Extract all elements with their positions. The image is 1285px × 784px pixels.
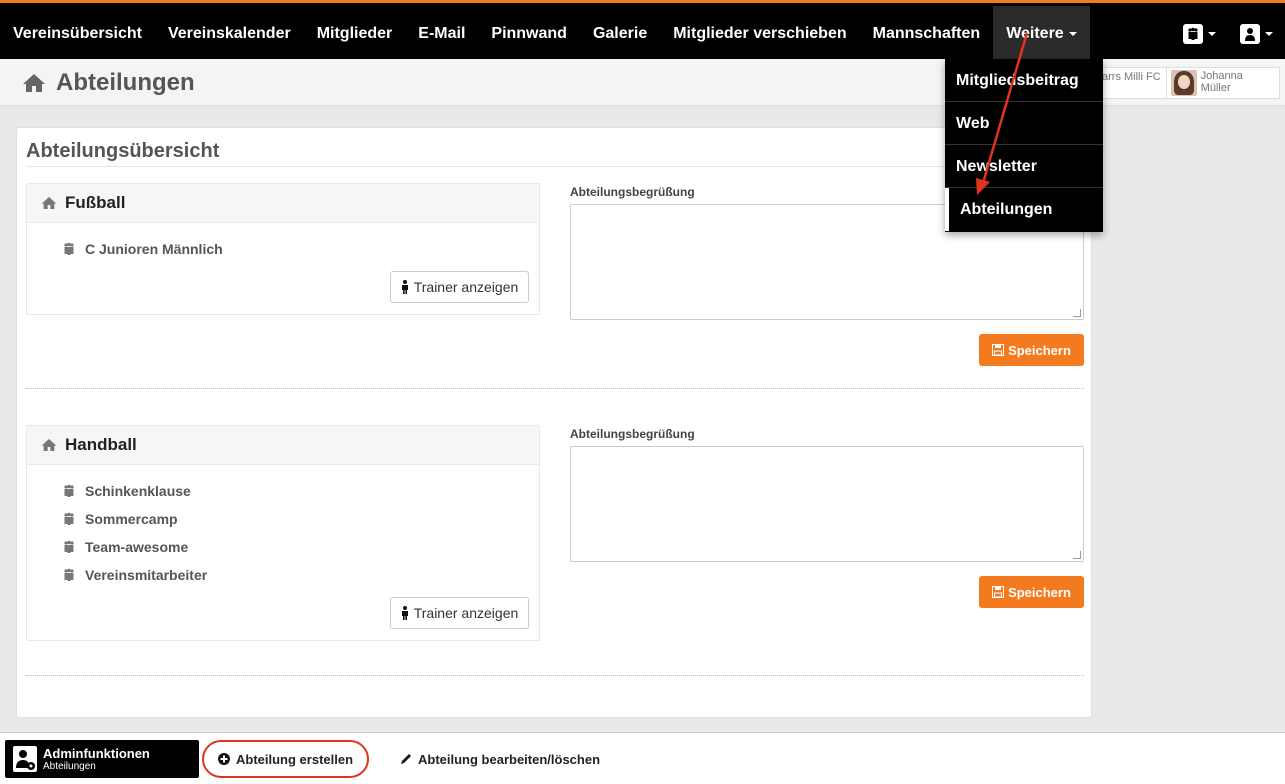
caret-down-icon [1068, 31, 1077, 36]
group-icon [1183, 24, 1203, 44]
admin-functions[interactable]: Adminfunktionen Abteilungen [5, 740, 199, 778]
team-item[interactable]: Sommercamp [61, 511, 178, 527]
admin-label-group: Adminfunktionen Abteilungen [43, 746, 150, 772]
home-icon [41, 439, 57, 451]
nav-item-weitere[interactable]: Weitere [993, 6, 1090, 62]
groups-menu[interactable] [1171, 24, 1228, 44]
home-icon [23, 74, 45, 92]
home-icon [41, 197, 57, 209]
divider [26, 675, 1084, 676]
show-trainer-button[interactable]: Trainer anzeigen [390, 597, 529, 629]
nav-item-pinnwand[interactable]: Pinnwand [478, 6, 580, 62]
nav-item-mitglieder-verschieben[interactable]: Mitglieder verschieben [660, 6, 859, 62]
department-name: Handball [65, 435, 137, 454]
person-icon [401, 606, 408, 620]
team-name: C Junioren Männlich [85, 241, 223, 257]
team-name: Schinkenklause [85, 483, 191, 499]
resize-handle[interactable] [1073, 551, 1081, 559]
group-icon [64, 484, 74, 497]
user-badge[interactable]: Johanna Müller [1166, 67, 1280, 99]
group-icon [64, 242, 74, 255]
club-selector[interactable]: arrs Milli FC [1095, 67, 1168, 99]
caret-down-icon [1208, 32, 1216, 36]
team-name: Team-awesome [85, 539, 189, 555]
panel-title: Abteilungsübersicht [26, 140, 220, 162]
create-department-button[interactable]: Abteilung erstellen [202, 740, 370, 778]
nav-item-weitere-label: Weitere [1006, 25, 1064, 42]
save-button[interactable]: Speichern [979, 334, 1084, 366]
department-name: Fußball [65, 193, 126, 212]
page-title: Abteilungen [22, 69, 195, 97]
user-name: Johanna Müller [1200, 70, 1243, 94]
team-item[interactable]: Vereinsmitarbeiter [61, 567, 207, 583]
more-dropdown-menu: Mitgliedsbeitrag Web Newsletter Abteilun… [945, 59, 1103, 232]
plus-circle-icon [218, 753, 230, 765]
department-header: Fußball [27, 184, 539, 223]
nav-item-mannschaften[interactable]: Mannschaften [860, 6, 994, 62]
departments-panel: Abteilungsübersicht Fußball C Junioren M… [16, 127, 1092, 718]
team-name: Vereinsmitarbeiter [85, 567, 208, 583]
show-trainer-label: Trainer anzeigen [413, 279, 519, 295]
user-menu[interactable] [1228, 24, 1285, 44]
divider [26, 388, 1084, 389]
group-icon [64, 512, 74, 525]
edit-department-button[interactable]: Abteilung bearbeiten/löschen [400, 740, 600, 778]
nav-item-vereinsuebersicht[interactable]: Vereinsübersicht [0, 6, 155, 62]
team-name: Sommercamp [85, 511, 178, 527]
team-item[interactable]: Team-awesome [61, 539, 188, 555]
show-trainer-button[interactable]: Trainer anzeigen [390, 271, 529, 303]
team-item[interactable]: Schinkenklause [61, 483, 191, 499]
user-icon [1240, 24, 1260, 44]
edit-department-label: Abteilung bearbeiten/löschen [418, 751, 601, 767]
department-card-fussball: Fußball C Junioren Männlich Trainer anze… [26, 183, 540, 315]
menu-item-web[interactable]: Web [945, 102, 1103, 145]
admin-gear-icon [13, 746, 37, 772]
nav-right [1171, 6, 1285, 62]
divider [26, 166, 1084, 167]
department-header: Handball [27, 426, 539, 465]
save-label: Speichern [1008, 584, 1071, 600]
menu-item-abteilungen[interactable]: Abteilungen [945, 188, 1103, 231]
main-nav: Vereinsübersicht Vereinskalender Mitglie… [0, 6, 1090, 62]
create-department-label: Abteilung erstellen [236, 751, 354, 767]
team-item[interactable]: C Junioren Männlich [61, 241, 223, 257]
floppy-disk-icon [992, 586, 1005, 598]
show-trainer-label: Trainer anzeigen [413, 605, 519, 621]
caret-down-icon [1265, 32, 1273, 36]
resize-handle[interactable] [1073, 309, 1081, 317]
greeting-label: Abteilungsbegrüßung [570, 185, 695, 199]
nav-item-vereinskalender[interactable]: Vereinskalender [155, 6, 304, 62]
group-icon [64, 568, 74, 581]
admin-subtitle: Abteilungen [43, 761, 96, 772]
nav-item-email[interactable]: E-Mail [405, 6, 478, 62]
group-icon [64, 540, 74, 553]
nav-item-galerie[interactable]: Galerie [580, 6, 660, 62]
admin-title: Adminfunktionen [43, 746, 150, 761]
department-card-handball: Handball Schinkenklause Sommercamp Team-… [26, 425, 540, 641]
greeting-label: Abteilungsbegrüßung [570, 427, 695, 441]
nav-item-mitglieder[interactable]: Mitglieder [304, 6, 406, 62]
admin-toolbar: Adminfunktionen Abteilungen Abteilung er… [0, 732, 1285, 784]
top-navbar: Vereinsübersicht Vereinskalender Mitglie… [0, 0, 1285, 62]
pencil-icon [401, 754, 411, 764]
save-button[interactable]: Speichern [979, 576, 1084, 608]
avatar [1171, 70, 1197, 96]
save-label: Speichern [1008, 342, 1071, 358]
person-icon [401, 280, 408, 294]
greeting-textarea[interactable] [570, 446, 1084, 562]
menu-item-mitgliedsbeitrag[interactable]: Mitgliedsbeitrag [945, 59, 1103, 102]
menu-item-newsletter[interactable]: Newsletter [945, 145, 1103, 188]
floppy-disk-icon [992, 344, 1005, 356]
page-title-text: Abteilungen [56, 69, 195, 96]
